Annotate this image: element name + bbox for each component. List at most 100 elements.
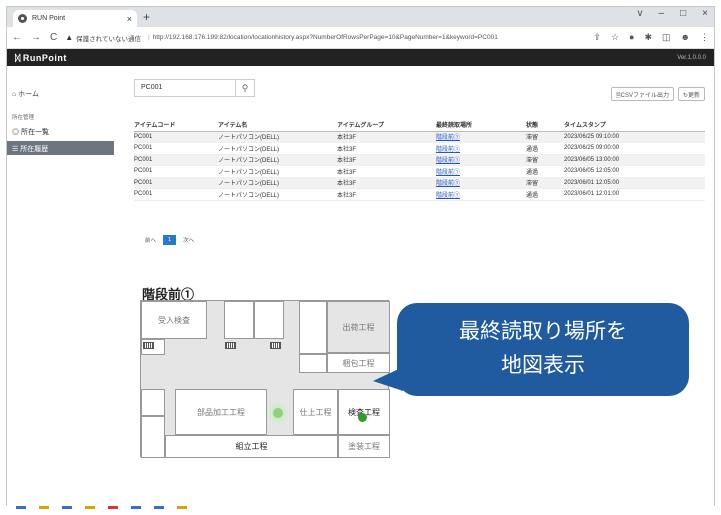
col-item-group[interactable]: アイテムグループ	[337, 119, 436, 132]
room-block	[299, 354, 327, 373]
cell-item-name: ノートパソコン(DELL)	[218, 142, 337, 155]
url-text[interactable]: http://192.168.176.199:82/location/locat…	[153, 34, 498, 41]
app-header: ᛞ RunPoint Ver.1.0.0.0	[7, 49, 714, 66]
cell-timestamp: 2023/06/01 12:05:00	[564, 177, 705, 189]
taskbar-app-icon[interactable]	[39, 506, 49, 509]
cell-item-code: PC001	[134, 177, 218, 189]
taskbar-app-icon[interactable]	[85, 506, 95, 509]
cell-location-link[interactable]: 階段前①	[436, 165, 526, 178]
url-separator: |	[147, 34, 150, 41]
sidepanel-icon[interactable]: ◫	[662, 32, 671, 43]
share-icon[interactable]: ⇪	[593, 32, 601, 43]
cell-item-code: PC001	[134, 154, 218, 166]
taskbar	[6, 506, 715, 515]
maximize-button[interactable]: □	[680, 8, 686, 19]
stairs-icon	[225, 342, 236, 349]
cell-item-code: PC001	[134, 165, 218, 178]
cell-location-link[interactable]: 階段前①	[436, 131, 526, 143]
cell-timestamp: 2023/06/25 09:10:00	[564, 131, 705, 143]
taskbar-app-icon[interactable]	[177, 506, 187, 509]
version-label: Ver.1.0.0.0	[677, 54, 706, 61]
cell-timestamp: 2023/06/25 09:00:00	[564, 142, 705, 155]
search-input[interactable]: PC001	[134, 79, 236, 97]
taskbar-app-icon[interactable]	[108, 506, 118, 509]
taskbar-app-icon[interactable]	[131, 506, 141, 509]
cell-item-group: 本社3F	[337, 154, 436, 166]
callout-line1: 最終読取り場所を	[459, 320, 627, 343]
history-table: アイテムコード アイテム名 アイテムグループ 最終読取場所 状態 タイムスタンプ…	[134, 119, 705, 201]
cell-status: 通過	[526, 188, 564, 201]
url-field[interactable]: ▲ 保護されていない通信 | http://192.168.176.199:82…	[65, 30, 585, 46]
room-block	[254, 301, 284, 339]
floor-map: 受入検査 出荷工程 梱包工程 部品加工工程 仕上工程 検査工程 組立工程 塗装工…	[140, 300, 390, 458]
col-last-location[interactable]: 最終読取場所	[436, 119, 526, 132]
bookmark-star-icon[interactable]: ☆	[611, 32, 619, 43]
taskbar-app-icon[interactable]	[154, 506, 164, 509]
cell-item-name: ノートパソコン(DELL)	[218, 154, 337, 166]
nav-buttons: ← → C	[12, 32, 57, 43]
app-logo[interactable]: ᛞ RunPoint	[15, 53, 67, 63]
pager-next-button[interactable]: 次へ	[180, 234, 197, 246]
csv-export-button[interactable]: 🗎CSVファイル出力	[610, 87, 674, 101]
main-content: PC001 ⚲ 🗎CSVファイル出力 ↻更新 アイテムコード アイテム名 アイテ…	[114, 66, 714, 508]
search-button[interactable]: ⚲	[235, 79, 255, 97]
profile-icon[interactable]: ☻	[681, 32, 690, 43]
table-row: PC001 ノートパソコン(DELL) 本社3F 階段前① 滞留 2023/06…	[134, 131, 705, 143]
address-bar: ← → C ▲ 保護されていない通信 | http://192.168.176.…	[7, 27, 714, 49]
insecure-label[interactable]: 保護されていない通信	[76, 33, 141, 43]
browser-window: RUN Point × + v – □ × ← → C ▲ 保護されていない通信…	[6, 6, 715, 509]
callout-line2: 地図表示	[501, 354, 585, 377]
location-dot-current[interactable]	[358, 413, 367, 422]
cell-timestamp: 2023/06/05 12:05:00	[564, 165, 705, 178]
room-parts: 部品加工工程	[175, 389, 267, 435]
cell-location-link[interactable]: 階段前①	[436, 177, 526, 189]
room-painting: 塗装工程	[338, 435, 390, 458]
pager-prev-button[interactable]: 前へ	[142, 234, 159, 246]
cell-item-group: 本社3F	[337, 142, 436, 155]
sidebar-item-location-history[interactable]: ☰ 所在履歴	[7, 141, 114, 155]
cell-item-group: 本社3F	[337, 131, 436, 143]
taskbar-app-icon[interactable]	[62, 506, 72, 509]
search-icon: ⚲	[241, 83, 249, 93]
room-shipping: 出荷工程	[327, 301, 390, 353]
cell-item-code: PC001	[134, 131, 218, 143]
cell-location-link[interactable]: 階段前①	[436, 188, 526, 201]
stairs-icon	[270, 342, 281, 349]
tab-close-icon[interactable]: ×	[127, 14, 132, 24]
tab-search-icon[interactable]: v	[638, 8, 643, 19]
cell-item-group: 本社3F	[337, 165, 436, 178]
sidebar-item-location-list[interactable]: ◎ 所在一覧	[12, 127, 49, 137]
col-item-name[interactable]: アイテム名	[218, 119, 337, 132]
taskbar-app-icon[interactable]	[16, 506, 26, 509]
room-block	[141, 416, 165, 458]
annotation-callout: 最終読取り場所を 地図表示	[397, 303, 689, 396]
room-block	[141, 389, 165, 416]
room-block	[299, 301, 327, 354]
extension-dot-icon[interactable]: ●	[629, 32, 634, 43]
col-status[interactable]: 状態	[526, 119, 564, 132]
cell-location-link[interactable]: 階段前①	[436, 154, 526, 166]
menu-kebab-icon[interactable]: ⋮	[700, 32, 709, 43]
cell-status: 滞留	[526, 177, 564, 189]
table-row: PC001 ノートパソコン(DELL) 本社3F 階段前① 通過 2023/06…	[134, 188, 705, 201]
col-item-code[interactable]: アイテムコード	[134, 119, 218, 132]
sidebar-item-home[interactable]: ⌂ ホーム	[12, 89, 39, 99]
close-window-button[interactable]: ×	[702, 8, 708, 19]
col-timestamp[interactable]: タイムスタンプ	[564, 119, 705, 132]
room-block	[224, 301, 254, 339]
forward-button[interactable]: →	[31, 32, 41, 43]
refresh-button[interactable]: ↻更新	[677, 87, 705, 101]
cell-status: 通過	[526, 165, 564, 178]
back-button[interactable]: ←	[12, 32, 22, 43]
warning-icon[interactable]: ▲	[65, 33, 73, 42]
new-tab-button[interactable]: +	[143, 10, 150, 24]
pager-page-current[interactable]: 1	[163, 235, 177, 245]
minimize-button[interactable]: –	[659, 8, 665, 19]
reload-button[interactable]: C	[50, 32, 57, 43]
extensions-puzzle-icon[interactable]: ✱	[644, 32, 652, 43]
cell-location-link[interactable]: 階段前①	[436, 142, 526, 155]
browser-tab[interactable]: RUN Point ×	[13, 10, 137, 27]
sidebar-group-label: 所在管理	[12, 115, 35, 121]
cell-item-name: ノートパソコン(DELL)	[218, 177, 337, 189]
sidebar: ⌂ ホーム 所在管理 ◎ 所在一覧 ☰ 所在履歴	[7, 66, 114, 508]
